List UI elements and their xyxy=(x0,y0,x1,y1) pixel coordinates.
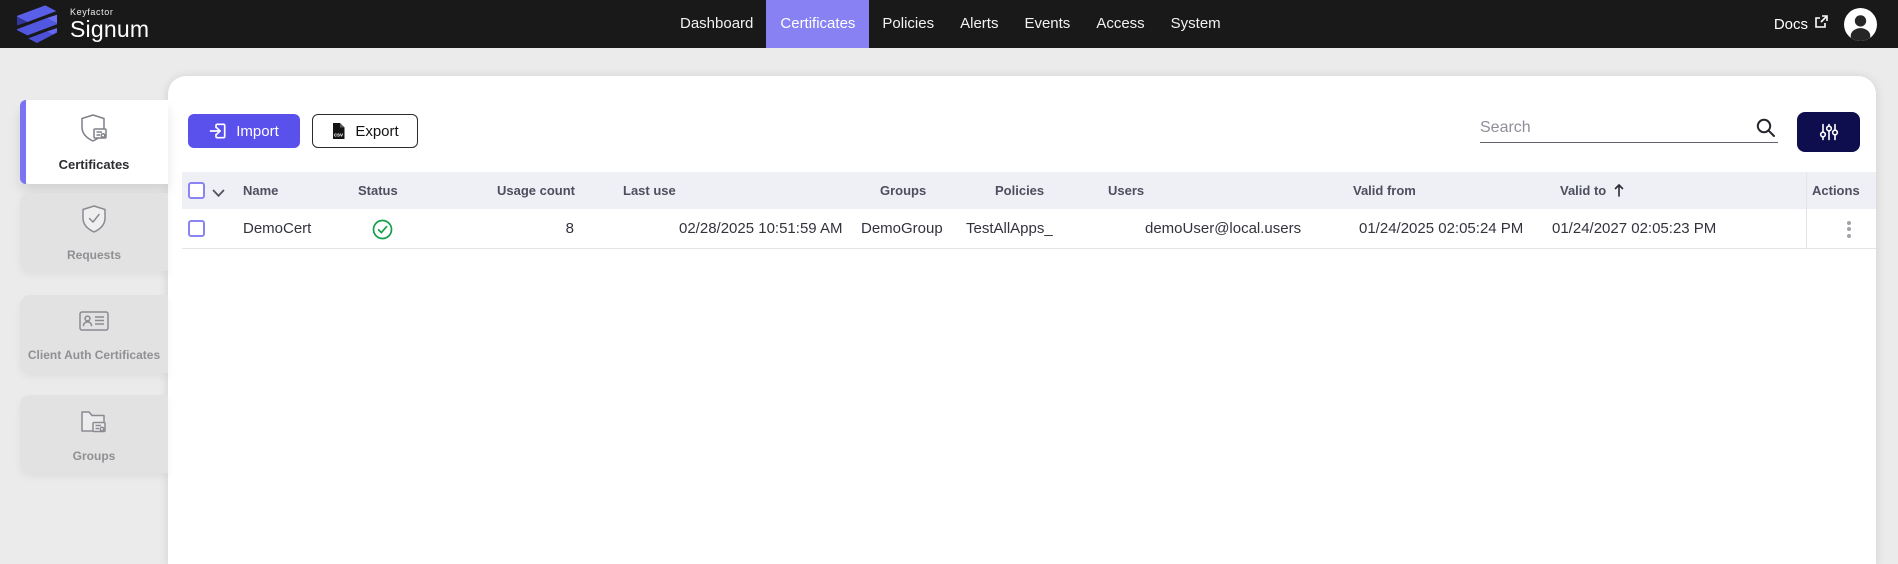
nav-item-access[interactable]: Access xyxy=(1083,0,1157,48)
export-button[interactable]: csv Export xyxy=(312,114,418,148)
keyfactor-hexagon-logo-icon xyxy=(14,1,60,48)
user-avatar[interactable] xyxy=(1844,8,1877,41)
brand-text: Keyfactor Signum xyxy=(70,7,149,41)
search-field xyxy=(1480,114,1778,143)
search-input[interactable] xyxy=(1480,114,1748,142)
file-csv-icon: csv xyxy=(331,122,346,140)
docs-link[interactable]: Docs xyxy=(1774,15,1828,33)
cell-groups: DemoGroup xyxy=(861,209,943,249)
table-row-democert[interactable]: DemoCert 8 02/28/2025 10:51:59 AM DemoGr… xyxy=(182,209,1876,249)
cell-valid-from: 01/24/2025 02:05:24 PM xyxy=(1359,209,1523,249)
sidebar-item-requests[interactable]: Requests xyxy=(20,193,168,271)
sliders-filter-icon xyxy=(1819,123,1839,141)
shield-check-icon xyxy=(78,203,110,240)
docs-label: Docs xyxy=(1774,16,1808,33)
row-checkbox[interactable] xyxy=(188,220,205,237)
cell-policies: TestAllApps_ xyxy=(966,209,1053,249)
sidebar-item-certificates[interactable]: Certificates xyxy=(20,100,168,184)
sidebar-item-label: Requests xyxy=(67,248,121,262)
import-button-label: Import xyxy=(236,123,279,140)
sidebar-item-client-auth-certificates[interactable]: Client Auth Certificates xyxy=(20,295,168,373)
folder-certificate-icon xyxy=(77,406,111,441)
cell-valid-to: 01/24/2027 02:05:23 PM xyxy=(1552,209,1716,249)
nav-item-alerts[interactable]: Alerts xyxy=(947,0,1011,48)
top-navbar: Keyfactor Signum Dashboard Certificates … xyxy=(0,0,1898,48)
brand-keyfactor-label: Keyfactor xyxy=(70,7,149,17)
column-header-last-use[interactable]: Last use xyxy=(623,172,676,209)
import-button[interactable]: Import xyxy=(188,114,300,148)
column-header-actions: Actions xyxy=(1812,172,1860,209)
column-header-name[interactable]: Name xyxy=(243,172,278,209)
sidebar-item-groups[interactable]: Groups xyxy=(20,395,168,473)
valid-to-label: Valid to xyxy=(1560,183,1606,198)
column-header-groups[interactable]: Groups xyxy=(880,172,926,209)
cell-last-use: 02/28/2025 10:51:59 AM xyxy=(679,209,842,249)
column-header-users[interactable]: Users xyxy=(1108,172,1144,209)
certificates-panel: Import csv Export xyxy=(168,76,1876,564)
import-icon xyxy=(209,122,227,140)
search-icon[interactable] xyxy=(1755,117,1776,143)
sidebar-item-label: Client Auth Certificates xyxy=(28,348,160,362)
cell-name: DemoCert xyxy=(243,209,311,249)
column-header-valid-to[interactable]: Valid to xyxy=(1560,172,1625,209)
filter-columns-button[interactable] xyxy=(1797,112,1860,152)
actions-column-separator xyxy=(1806,172,1807,249)
select-all-checkbox[interactable] xyxy=(188,182,205,199)
brand-logo[interactable]: Keyfactor Signum xyxy=(14,0,149,48)
sidebar-item-label: Certificates xyxy=(59,157,130,172)
external-link-icon xyxy=(1814,15,1828,33)
sidebar-item-label: Groups xyxy=(73,449,116,463)
id-card-icon xyxy=(77,307,111,340)
cell-users: demoUser@local.users xyxy=(1145,209,1301,249)
navbar-right: Docs xyxy=(1774,0,1877,48)
column-header-valid-from[interactable]: Valid from xyxy=(1353,172,1416,209)
row-actions-kebab-menu[interactable] xyxy=(1837,217,1861,241)
nav-item-system[interactable]: System xyxy=(1158,0,1234,48)
export-button-label: Export xyxy=(355,123,398,140)
shield-certificate-icon xyxy=(78,112,110,149)
table-header-row: Name Status Usage count Last use Groups … xyxy=(182,172,1876,209)
nav-item-events[interactable]: Events xyxy=(1011,0,1083,48)
status-valid-icon xyxy=(372,219,393,245)
brand-signum-label: Signum xyxy=(70,18,149,41)
cell-usage-count: 8 xyxy=(497,209,574,249)
sort-ascending-arrow-icon xyxy=(1613,174,1625,211)
main-navigation: Dashboard Certificates Policies Alerts E… xyxy=(667,0,1234,48)
nav-item-certificates[interactable]: Certificates xyxy=(766,0,869,48)
nav-item-dashboard[interactable]: Dashboard xyxy=(667,0,766,48)
column-header-status[interactable]: Status xyxy=(358,172,398,209)
nav-item-policies[interactable]: Policies xyxy=(869,0,947,48)
chevron-down-icon[interactable] xyxy=(212,185,225,203)
svg-text:csv: csv xyxy=(334,133,343,139)
column-header-policies[interactable]: Policies xyxy=(995,172,1044,209)
column-header-usage-count[interactable]: Usage count xyxy=(497,172,575,209)
